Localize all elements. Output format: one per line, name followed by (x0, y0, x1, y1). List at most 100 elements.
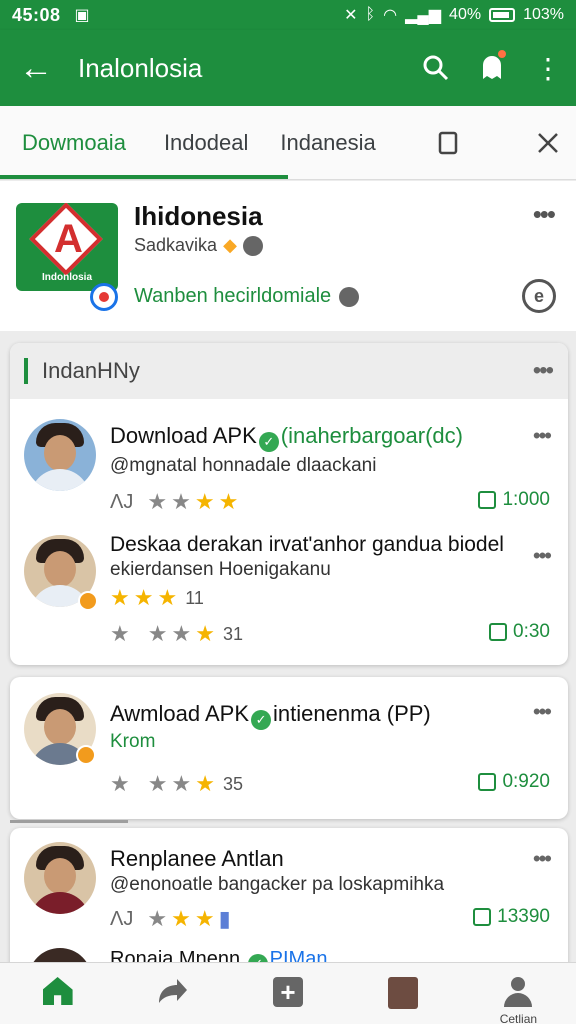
star-icon: ★ (171, 489, 191, 514)
avatar[interactable] (24, 419, 96, 491)
review-card[interactable]: Awmload APK ✓ intienenma (PP) ••• Krom ★ ★… (10, 677, 568, 819)
review-subtitle: Krom (110, 731, 156, 752)
review-subrating: ★ ★ ★ 11 (110, 585, 204, 611)
rating-lead: ɅJ (110, 907, 134, 930)
section-title: IndanHNy (42, 358, 140, 383)
star-icon: ★ (194, 489, 215, 514)
thumb-up-icon (478, 491, 497, 509)
rating-value: 35 (222, 773, 243, 794)
nav-add[interactable]: + (230, 963, 345, 1024)
more-horiz-icon[interactable]: ••• (533, 199, 556, 230)
verified-icon: ✓ (258, 432, 279, 452)
more-vert-icon[interactable]: ⋮ (520, 30, 576, 106)
review-item[interactable]: Deskaa derakan irvat'anhor gandua biodel… (10, 529, 568, 665)
review-name: Download APK ✓ (inaherbargoar(dc) (110, 423, 463, 452)
status-right: ✕ ᛒ ◠ ▂▄▆ 40% 103% (344, 5, 564, 25)
review-subtitle: ekierdansen Hoenigakanu (110, 559, 331, 580)
close-icon[interactable] (520, 106, 576, 180)
review-more-icon[interactable]: ••• (533, 699, 552, 725)
arrow-back-icon[interactable]: ← (0, 30, 72, 106)
review-rating: ★ ★ ★ ★ 35 (110, 771, 243, 797)
tagline-text: Wanben hecirldomiale (134, 285, 332, 307)
review-rating: ɅJ ★ ★ ★ ★ (110, 489, 238, 515)
star-icon: ★ (195, 621, 215, 646)
star-icon: ★ (110, 585, 130, 610)
likes-count: 0:30 (513, 621, 550, 642)
battery-icon (489, 8, 516, 22)
star-icon: ★ (147, 906, 168, 931)
status-bar: 45:08 ▣ ✕ ᛒ ◠ ▂▄▆ 40% 103% (0, 0, 576, 30)
app-name: Ihidonesia (134, 201, 263, 231)
nav-account-label: Cetlian (499, 1012, 538, 1024)
notification-dot (498, 50, 506, 58)
developer-badge-icon: ◆ (223, 235, 237, 255)
review-item[interactable]: Awmload APK ✓ intienenma (PP) ••• Krom ★ ★… (10, 677, 568, 819)
thumb-up-icon (489, 623, 508, 641)
mute-icon: ✕ (344, 7, 358, 24)
app-developer[interactable]: Sadkavika ◆ (134, 235, 263, 256)
bookmark-icon[interactable] (420, 106, 476, 180)
tagline-info-icon[interactable] (339, 286, 360, 307)
chart-icon: ▮ (218, 906, 231, 931)
review-name-suffix: intienenma (PP) (273, 701, 431, 726)
star-icon: ★ (171, 621, 192, 646)
section-accent (24, 358, 28, 384)
bottom-nav: + Cetlian (0, 962, 576, 1024)
app-icon-letter: A (54, 217, 83, 261)
app-bar-title: Inalonlosia (78, 52, 203, 83)
star-icon: ★ (110, 621, 130, 646)
app-badge-icon (90, 283, 118, 311)
review-likes[interactable]: 1:000 (478, 489, 550, 511)
avatar[interactable] (24, 842, 96, 914)
review-likes[interactable]: 0:30 (489, 621, 550, 643)
star-icon: ★ (171, 906, 191, 931)
home-icon (42, 977, 73, 1005)
scroll-divider (10, 820, 128, 823)
review-card[interactable]: Renplanee Antlan ••• @enonoatle bangacke… (10, 828, 568, 978)
review-more-icon[interactable]: ••• (533, 543, 552, 569)
avatar-badge-icon (76, 745, 96, 765)
review-likes[interactable]: 13390 (473, 906, 550, 928)
nav-home[interactable] (0, 963, 115, 1024)
notification-icon[interactable] (464, 30, 520, 106)
star-icon: ★ (147, 771, 168, 796)
review-more-icon[interactable]: ••• (533, 846, 552, 872)
rating-lead: ɅJ (110, 490, 134, 513)
tab-dowmoaia[interactable]: Dowmoaia (0, 106, 126, 180)
thumb-up-icon (473, 908, 492, 926)
account-icon (504, 977, 533, 1007)
likes-count: 1:000 (502, 489, 550, 510)
emoji-icon[interactable]: e (522, 279, 556, 313)
thumb-up-icon (478, 773, 497, 791)
section-more-icon[interactable]: ••• (533, 357, 554, 385)
nav-forward[interactable] (115, 963, 230, 1024)
signal-icon: ▂▄▆ (405, 7, 442, 24)
review-item[interactable]: Download APK ✓ (inaherbargoar(dc) ••• @mgn… (10, 399, 568, 529)
developer-name: Sadkavika (134, 235, 218, 255)
tab-indodeal[interactable]: Indodeal (126, 106, 248, 180)
review-name-text: Download APK (110, 423, 257, 448)
section-header: IndanHNy ••• (10, 343, 568, 399)
tab-indanesia[interactable]: Indanesia (248, 106, 375, 180)
star-icon: ★ (133, 585, 154, 610)
review-name: Deskaa derakan irvat'anhor gandua biodel (110, 533, 504, 556)
add-box-icon: + (273, 977, 303, 1007)
profile-photo-icon (388, 977, 419, 1009)
star-icon: ★ (194, 906, 215, 931)
nav-profile-photo[interactable] (346, 963, 461, 1024)
review-name: Renplanee Antlan (110, 846, 284, 871)
search-icon[interactable] (408, 30, 464, 106)
review-more-icon[interactable]: ••• (533, 423, 552, 449)
review-name: Awmload APK ✓ intienenma (PP) (110, 701, 431, 730)
review-item[interactable]: Renplanee Antlan ••• @enonoatle bangacke… (10, 828, 568, 978)
app-icon-label: Indonlosia (42, 272, 92, 283)
app-tagline: Wanben hecirldomiale (134, 285, 360, 308)
star-icon: ★ (171, 771, 192, 796)
nav-account[interactable]: Cetlian (461, 963, 576, 1024)
likes-count: 13390 (497, 906, 550, 927)
star-icon: ★ (147, 489, 168, 514)
app-icon[interactable]: A Indonlosia (16, 203, 118, 291)
star-icon: ★ (110, 771, 130, 796)
review-likes[interactable]: 0:920 (478, 771, 550, 793)
review-name-suffix: (inaherbargoar(dc) (280, 423, 463, 448)
